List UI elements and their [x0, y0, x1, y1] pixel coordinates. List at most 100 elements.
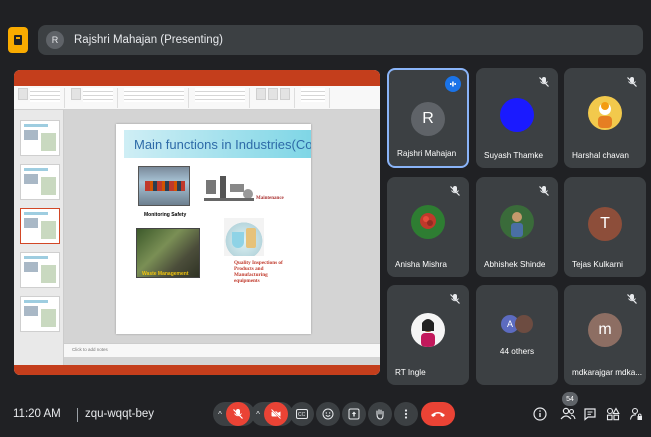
slide-thumbnail[interactable]	[20, 120, 60, 156]
bottom-bar: 11:20 AM zqu-wqqt-bey ^ ^ CC	[0, 388, 651, 437]
participant-name: Tejas Kulkarni	[572, 260, 623, 269]
mic-off-icon	[627, 77, 637, 87]
info-icon	[533, 407, 547, 421]
participant-name: Anisha Mishra	[395, 260, 447, 269]
mic-off-icon	[539, 77, 549, 87]
avatar	[411, 205, 445, 239]
participant-tile-abhishek[interactable]: Abhishek Shinde	[476, 177, 558, 277]
divider	[77, 408, 78, 422]
notes-pane[interactable]: Click to add notes	[64, 343, 380, 357]
avatar	[515, 315, 533, 333]
participant-name: Abhishek Shinde	[484, 260, 546, 269]
slide-thumbnail[interactable]	[20, 252, 60, 288]
mic-off-icon	[450, 294, 460, 304]
ppt-titlebar	[14, 70, 380, 78]
meeting-details-button[interactable]	[530, 404, 550, 424]
presenter-pill[interactable]: R Rajshri Mahajan (Presenting)	[38, 25, 643, 55]
mic-off-icon	[450, 186, 460, 196]
participant-tile-others[interactable]: A 44 others	[476, 285, 558, 385]
lock-person-icon	[629, 407, 642, 420]
presenter-label: Rajshri Mahajan (Presenting)	[74, 34, 223, 46]
slide-canvas: Main functions in Industries(Contd...) M…	[64, 110, 380, 365]
participant-tile-harshal[interactable]: Harshal chavan	[564, 68, 646, 168]
camera-off-button[interactable]	[263, 402, 288, 426]
mic-off-icon	[627, 294, 637, 304]
shared-screen: Main functions in Industries(Contd...) M…	[14, 70, 380, 375]
others-count-label: 44 others	[499, 347, 535, 356]
meeting-code: zqu-wqqt-bey	[85, 408, 155, 420]
avatar: R	[411, 102, 445, 136]
chat-button[interactable]	[580, 404, 600, 424]
raise-hand-button[interactable]	[368, 402, 392, 426]
participant-tile-rt-ingle[interactable]: RT Ingle	[387, 285, 469, 385]
quality-caption: Quality Inspections of Products and Manu…	[234, 260, 283, 284]
hand-icon	[376, 409, 384, 420]
powerpoint-window: Main functions in Industries(Contd...) M…	[14, 70, 380, 375]
slide-heading: Main functions in Industries(Contd...)	[134, 136, 311, 152]
slide-thumbnail-active[interactable]	[20, 208, 60, 244]
ppt-ribbon	[14, 86, 380, 110]
people-icon	[560, 407, 576, 420]
monitoring-image	[138, 166, 190, 206]
ppt-statusbar	[14, 365, 380, 375]
captions-button[interactable]: CC	[290, 402, 314, 426]
hang-up-icon	[431, 412, 445, 417]
presenting-bar: R Rajshri Mahajan (Presenting)	[8, 24, 643, 56]
emoji-icon	[322, 408, 334, 420]
participant-name: Rajshri Mahajan	[397, 149, 457, 158]
chevron-up-icon[interactable]: ^	[256, 410, 260, 419]
others-avatars: A	[501, 315, 533, 333]
avatar: m	[588, 313, 622, 347]
people-button[interactable]	[558, 404, 578, 424]
participant-name: mdkarajgar mdka...	[572, 368, 643, 377]
participant-tile-anisha[interactable]: Anisha Mishra	[387, 177, 469, 277]
mic-control[interactable]: ^	[213, 402, 255, 426]
current-slide: Main functions in Industries(Contd...) M…	[116, 124, 311, 334]
maintenance-caption: Maintenance	[256, 196, 284, 201]
mic-off-button[interactable]	[225, 402, 250, 426]
captions-icon: CC	[296, 409, 308, 419]
slide-heading-band: Main functions in Industries(Contd...)	[124, 130, 311, 158]
participant-name: RT Ingle	[395, 368, 426, 377]
host-controls-button[interactable]	[626, 404, 646, 424]
mic-off-icon	[539, 186, 549, 196]
present-button[interactable]	[342, 402, 366, 426]
participant-name: Harshal chavan	[572, 151, 629, 160]
shapes-icon	[606, 407, 620, 421]
participant-tile-mdkarajgar[interactable]: m mdkarajgar mdka...	[564, 285, 646, 385]
more-options-button[interactable]	[394, 402, 418, 426]
participant-name: Suyash Thamke	[484, 151, 544, 160]
activities-button[interactable]	[603, 404, 623, 424]
svg-text:CC: CC	[298, 412, 306, 418]
participant-tile-suyash[interactable]: Suyash Thamke	[476, 68, 558, 168]
avatar	[411, 313, 445, 347]
reactions-button[interactable]	[316, 402, 340, 426]
present-screen-icon	[348, 408, 360, 420]
meeting-time: 11:20 AM	[13, 408, 61, 420]
avatar	[500, 98, 534, 132]
avatar	[588, 96, 622, 130]
monitoring-caption: Monitoring Safety	[144, 212, 187, 218]
mic-off-icon	[232, 409, 243, 419]
chevron-up-icon[interactable]: ^	[218, 410, 222, 419]
participant-tile-tejas[interactable]: T Tejas Kulkarni	[564, 177, 646, 277]
meet-window: R Rajshri Mahajan (Presenting) Main func…	[0, 0, 651, 437]
more-vert-icon	[404, 409, 408, 419]
slide-thumbnails	[14, 110, 64, 365]
chat-icon	[584, 408, 596, 421]
avatar: T	[588, 207, 622, 241]
maintenance-image	[202, 172, 258, 206]
slide-thumbnail[interactable]	[20, 296, 60, 332]
participant-tile-rajshri[interactable]: R Rajshri Mahajan	[387, 68, 469, 168]
camera-control[interactable]: ^	[251, 402, 293, 426]
camera-off-icon	[270, 408, 282, 420]
slide-thumbnail[interactable]	[20, 164, 60, 200]
leave-call-button[interactable]	[421, 402, 455, 426]
participant-count-badge: 54	[562, 392, 578, 406]
quality-image	[224, 218, 264, 256]
presentation-icon	[8, 27, 28, 53]
presenter-avatar: R	[46, 31, 64, 49]
avatar	[500, 205, 534, 239]
speaking-icon	[445, 76, 461, 92]
ppt-ribbon-tabs	[14, 78, 380, 86]
